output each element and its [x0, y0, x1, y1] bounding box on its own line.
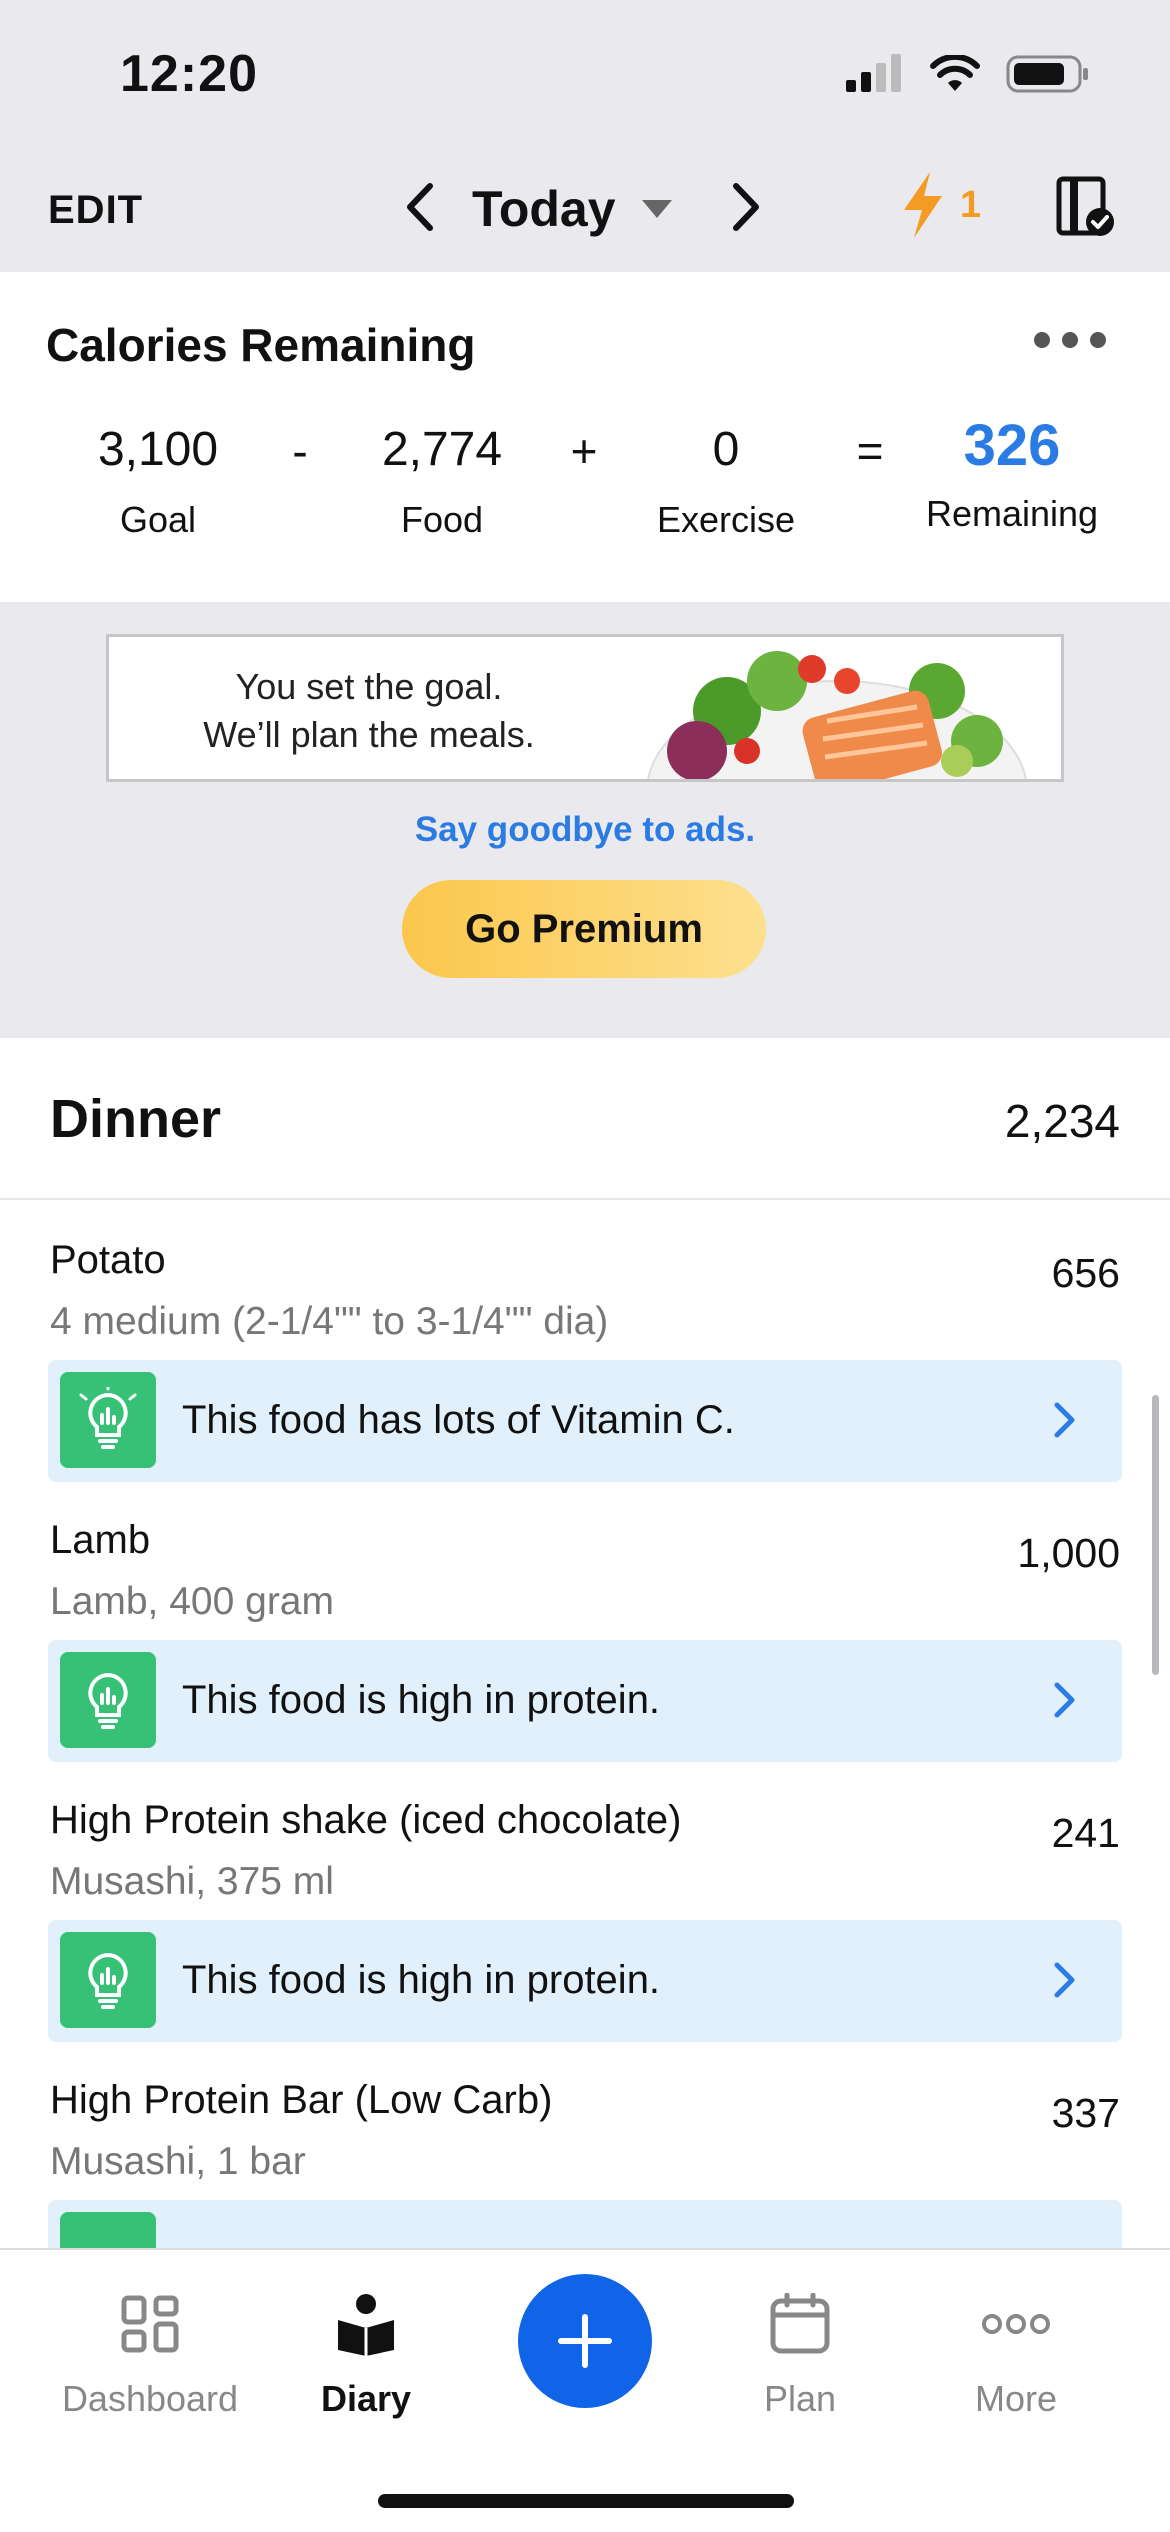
- food-calories: 337: [1051, 2090, 1120, 2136]
- tab-plan[interactable]: Plan: [690, 2284, 910, 2420]
- ad-line-2: We’ll plan the meals.: [203, 714, 535, 755]
- food-column: 2,774 Food: [342, 422, 542, 541]
- remaining-value: 326: [963, 413, 1061, 478]
- lightbulb-icon: [60, 1932, 156, 2028]
- lightning-icon: [904, 172, 942, 238]
- food-serving: Musashi, 375 ml: [50, 1860, 334, 1903]
- tab-dashboard[interactable]: Dashboard: [40, 2284, 260, 2420]
- calendar-icon: [770, 2293, 830, 2354]
- food-serving: Musashi, 1 bar: [50, 2140, 306, 2183]
- food-name: High Protein shake (iced chocolate): [50, 1798, 682, 1842]
- ad-line-1: You set the goal.: [235, 666, 503, 707]
- status-icons: [846, 54, 1090, 94]
- remaining-column: 326 Remaining: [912, 413, 1112, 535]
- tab-label: Diary: [320, 2378, 412, 2419]
- food-name: High Protein Bar (Low Carb): [50, 2078, 553, 2122]
- plus-icon: [558, 2314, 612, 2368]
- more-options-icon[interactable]: [1034, 332, 1106, 348]
- tip-text: This food is high in protein.: [182, 1958, 661, 2002]
- tab-label: More: [974, 2378, 1058, 2419]
- tab-label: Dashboard: [61, 2378, 239, 2419]
- calories-title: Calories Remaining: [46, 319, 476, 371]
- scrollbar[interactable]: [1152, 1395, 1159, 1675]
- chevron-down-icon: [641, 200, 672, 218]
- previous-day-button[interactable]: [400, 180, 440, 234]
- lightbulb-icon: [60, 2212, 156, 2248]
- tab-bar: Dashboard Diary Plan More: [0, 2248, 1170, 2532]
- ad-text: You set the goal. We’ll plan the meals.: [109, 663, 629, 759]
- more-icon: [982, 2314, 1050, 2334]
- food-calories: 1,000: [1017, 1530, 1120, 1576]
- dinner-section: Dinner 2,234 Potato 4 medium (2-1/4"" to…: [0, 1038, 1170, 2248]
- tab-label: Plan: [763, 2378, 837, 2419]
- food-calories: 656: [1051, 1250, 1120, 1296]
- food-item[interactable]: Lamb Lamb, 400 gram 1,000 This food is h…: [0, 1480, 1170, 1762]
- add-entry-button[interactable]: [518, 2274, 652, 2408]
- lightbulb-icon: [60, 1652, 156, 1748]
- battery-icon: [1006, 55, 1088, 93]
- exercise-label: Exercise: [656, 499, 796, 540]
- goal-value: 3,100: [97, 423, 219, 476]
- status-time: 12:20: [120, 45, 258, 103]
- tab-diary[interactable]: Diary: [256, 2284, 476, 2420]
- tip-text: This food has lots of Vitamin C.: [182, 1398, 735, 1442]
- salmon-salad-image: [647, 651, 1027, 779]
- cellular-signal-icon: [846, 54, 901, 92]
- chevron-right-icon: [1054, 1962, 1075, 1998]
- minus-sign: -: [292, 425, 308, 477]
- ad-banner[interactable]: You set the goal. We’ll plan the meals.: [106, 634, 1064, 782]
- food-calories: 241: [1051, 1810, 1120, 1856]
- goal-label: Goal: [119, 499, 197, 540]
- home-indicator: [378, 2494, 794, 2508]
- equals-sign: =: [856, 425, 884, 477]
- lightbulb-icon: [60, 1372, 156, 1468]
- streak-count: 1: [960, 183, 982, 226]
- food-value: 2,774: [381, 423, 503, 476]
- food-label: Food: [400, 499, 484, 540]
- goal-column: 3,100 Goal: [58, 422, 258, 541]
- streak-button[interactable]: 1: [900, 172, 981, 238]
- meal-title: Dinner: [50, 1089, 222, 1149]
- food-serving: 4 medium (2-1/4"" to 3-1/4"" dia): [50, 1300, 609, 1343]
- dashboard-icon: [121, 2295, 179, 2353]
- meal-header[interactable]: Dinner 2,234: [0, 1038, 1170, 1200]
- date-selector[interactable]: Today: [472, 180, 672, 238]
- chevron-right-icon: [1054, 1682, 1075, 1718]
- food-name: Potato: [50, 1238, 166, 1282]
- edit-button[interactable]: EDIT: [48, 188, 143, 233]
- diary-icon: [338, 2294, 394, 2356]
- remove-ads-link[interactable]: Say goodbye to ads.: [0, 810, 1170, 850]
- date-title: Today: [472, 181, 616, 237]
- checklist-icon[interactable]: [1056, 176, 1116, 238]
- remaining-label: Remaining: [925, 493, 1099, 534]
- calories-remaining-card[interactable]: Calories Remaining 3,100 Goal - 2,774 Fo…: [0, 272, 1170, 602]
- food-item[interactable]: High Protein shake (iced chocolate) Musa…: [0, 1760, 1170, 2042]
- nutrition-tip[interactable]: This food has lots of Vitamin C.: [48, 1360, 1122, 1482]
- wifi-icon: [930, 55, 980, 91]
- food-item[interactable]: High Protein Bar (Low Carb) Musashi, 1 b…: [0, 2040, 1170, 2248]
- food-item[interactable]: Potato 4 medium (2-1/4"" to 3-1/4"" dia)…: [0, 1200, 1170, 1482]
- chevron-right-icon: [1054, 1402, 1075, 1438]
- plus-sign: +: [570, 425, 598, 477]
- food-name: Lamb: [50, 1518, 151, 1562]
- nutrition-tip[interactable]: [48, 2200, 1122, 2248]
- exercise-value: 0: [712, 423, 740, 476]
- food-serving: Lamb, 400 gram: [50, 1580, 334, 1623]
- exercise-column: 0 Exercise: [626, 422, 826, 541]
- tip-text: This food is high in protein.: [182, 1678, 661, 1722]
- nutrition-tip[interactable]: This food is high in protein.: [48, 1920, 1122, 2042]
- tab-more[interactable]: More: [906, 2284, 1126, 2420]
- status-bar: 12:20: [0, 0, 1170, 140]
- go-premium-button[interactable]: Go Premium: [402, 880, 766, 978]
- diary-header: EDIT Today 1: [0, 140, 1170, 272]
- nutrition-tip[interactable]: This food is high in protein.: [48, 1640, 1122, 1762]
- ad-area: You set the goal. We’ll plan the meals. …: [0, 602, 1170, 1038]
- meal-total-calories: 2,234: [1004, 1095, 1120, 1147]
- next-day-button[interactable]: [726, 180, 766, 234]
